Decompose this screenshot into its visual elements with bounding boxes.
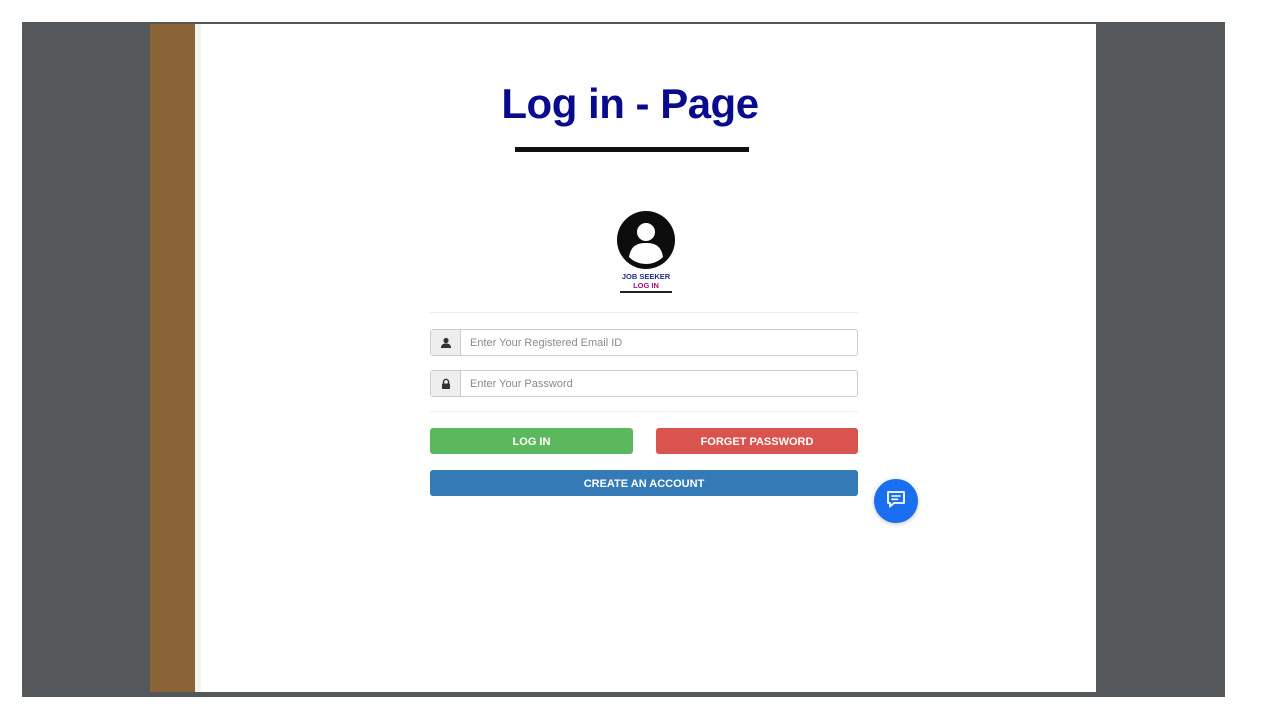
user-circle-icon — [616, 210, 676, 270]
chat-button[interactable] — [874, 479, 918, 523]
password-input-group — [430, 370, 858, 397]
page-border — [195, 24, 201, 692]
caption-action: LOG IN — [633, 281, 659, 290]
page-title: Log in - Page — [501, 80, 759, 127]
caption-underline — [620, 291, 672, 293]
password-field[interactable] — [461, 371, 857, 396]
user-icon — [431, 330, 461, 355]
chat-icon — [885, 488, 907, 515]
sidebar-strip — [150, 24, 195, 692]
lock-icon — [431, 371, 461, 396]
avatar-caption: JOB SEEKER LOG IN — [596, 272, 696, 290]
divider-bottom — [430, 411, 858, 412]
title-underline — [515, 147, 749, 152]
login-button[interactable]: LOG IN — [430, 428, 633, 454]
caption-role: JOB SEEKER — [621, 272, 671, 281]
create-account-button[interactable]: CREATE AN ACCOUNT — [430, 470, 858, 496]
email-field[interactable] — [461, 330, 857, 355]
email-input-group — [430, 329, 858, 356]
divider-top — [430, 312, 858, 313]
forget-password-button[interactable]: FORGET PASSWORD — [656, 428, 858, 454]
